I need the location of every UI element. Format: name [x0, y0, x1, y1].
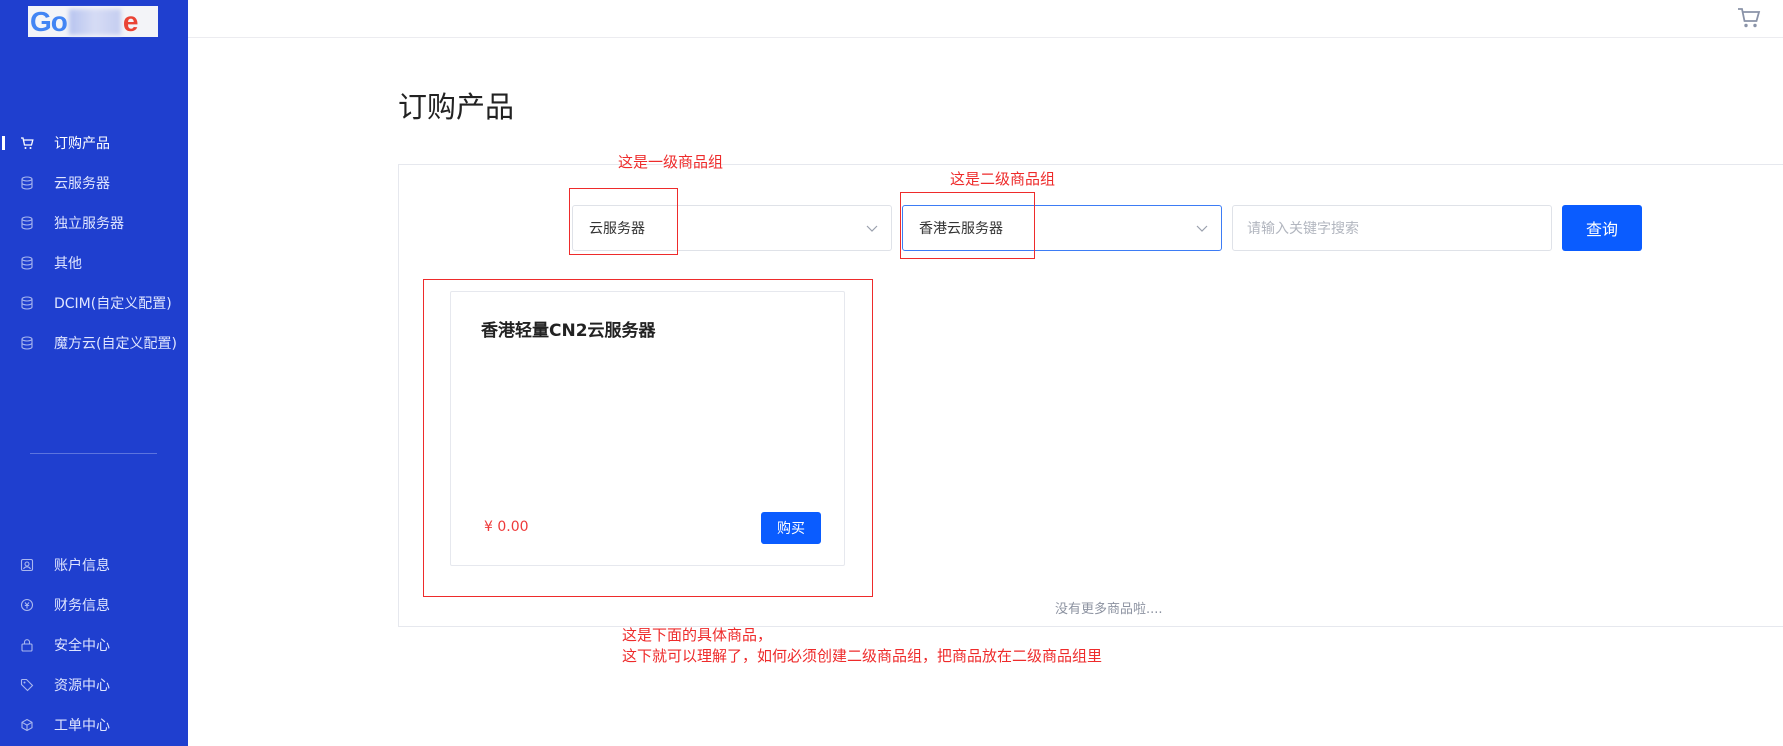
buy-button[interactable]: 购买 [761, 512, 821, 544]
database-icon [20, 296, 34, 310]
sidebar-item-label: 云服务器 [54, 176, 110, 192]
sidebar-item-label: 资源中心 [54, 678, 110, 694]
database-icon [20, 336, 34, 350]
top-bar [188, 0, 1783, 38]
coin-icon [20, 598, 34, 612]
sidebar-item-mofang-cloud[interactable]: 魔方云(自定义配置) [0, 323, 188, 363]
sidebar-item-order-products[interactable]: 订购产品 [0, 123, 188, 163]
no-more-products-text: 没有更多商品啦.... [1055, 602, 1163, 617]
sidebar-item-other[interactable]: 其他 [0, 243, 188, 283]
product-name: 香港轻量CN2云服务器 [481, 321, 656, 341]
sidebar-item-security-center[interactable]: 安全中心 [0, 625, 188, 665]
sidebar-item-label: 其他 [54, 256, 82, 272]
select-value: 香港云服务器 [919, 221, 1003, 237]
database-icon [20, 176, 34, 190]
sidebar-item-dedicated-server[interactable]: 独立服务器 [0, 203, 188, 243]
select-value: 云服务器 [589, 221, 645, 237]
product-group-level2-select[interactable]: 香港云服务器 [902, 205, 1222, 251]
product-price: ¥ 0.00 [484, 519, 529, 535]
logo-letters-start: Go [30, 5, 68, 37]
annotation-product-line1: 这是下面的具体商品， [622, 626, 773, 644]
sidebar-item-dcim[interactable]: DCIM(自定义配置) [0, 283, 188, 323]
cube-icon [20, 718, 34, 732]
annotation-product-line2: 这下就可以理解了，如何必须创建二级商品组，把商品放在二级商品组里 [622, 647, 1103, 665]
product-group-level1-select[interactable]: 云服务器 [572, 205, 892, 251]
sidebar-item-finance-info[interactable]: 财务信息 [0, 585, 188, 625]
sidebar: Go e 订购产品 云服务器 独立服务器 其他 DCIM(自定义配置) 魔方云(… [0, 0, 188, 746]
user-card-icon [20, 558, 34, 572]
sidebar-item-label: 账户信息 [54, 558, 110, 574]
chevron-down-icon [865, 221, 879, 235]
sidebar-item-label: 订购产品 [54, 136, 110, 152]
sidebar-item-label: 魔方云(自定义配置) [54, 336, 177, 352]
sidebar-item-cloud-server[interactable]: 云服务器 [0, 163, 188, 203]
cart-icon[interactable] [1737, 7, 1761, 29]
sidebar-item-resource-center[interactable]: 资源中心 [0, 665, 188, 705]
database-icon [20, 216, 34, 230]
sidebar-item-ticket-center[interactable]: 工单中心 [0, 705, 188, 745]
tag-icon [20, 678, 34, 692]
product-card: 香港轻量CN2云服务器 ¥ 0.00 购买 [450, 291, 845, 566]
logo-letters-end: e [122, 5, 139, 37]
database-icon [20, 256, 34, 270]
sidebar-divider [30, 453, 157, 454]
page-title: 订购产品 [398, 90, 515, 124]
logo[interactable]: Go e [28, 6, 158, 37]
annotation-level1-group: 这是一级商品组 [618, 153, 724, 171]
sidebar-item-label: 工单中心 [54, 718, 110, 734]
lock-icon [20, 638, 34, 652]
chevron-down-icon [1195, 221, 1209, 235]
sidebar-item-label: 独立服务器 [54, 216, 124, 232]
sidebar-item-label: DCIM(自定义配置) [54, 296, 172, 312]
logo-blurred-part [68, 8, 121, 35]
sidebar-item-label: 安全中心 [54, 638, 110, 654]
query-button[interactable]: 查询 [1562, 205, 1642, 251]
sidebar-item-label: 财务信息 [54, 598, 110, 614]
annotation-level2-group: 这是二级商品组 [950, 170, 1056, 188]
cart-icon [20, 136, 34, 150]
search-input[interactable] [1232, 205, 1552, 251]
sidebar-item-account-info[interactable]: 账户信息 [0, 545, 188, 585]
